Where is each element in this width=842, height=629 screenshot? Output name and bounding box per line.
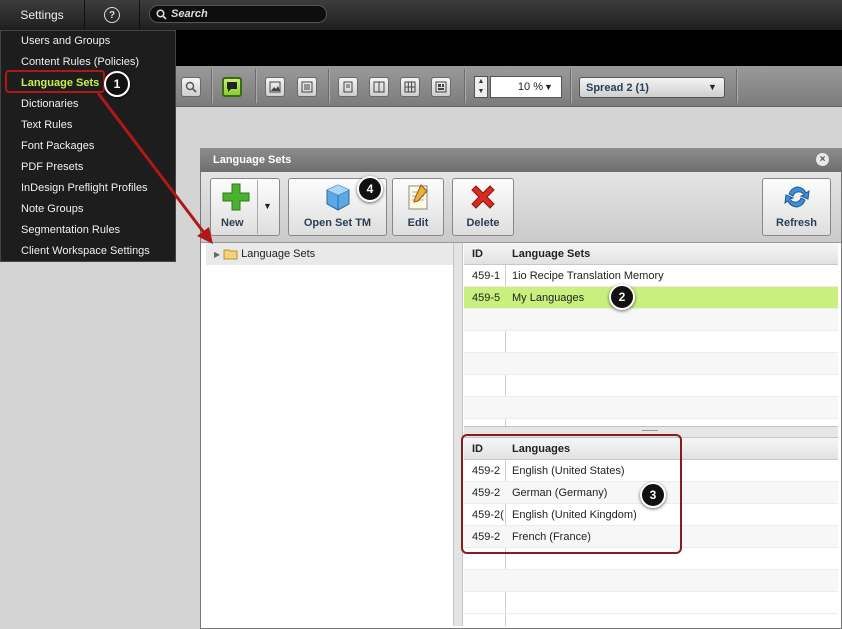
callout-badge: 2 xyxy=(609,284,635,310)
callout-badge: 3 xyxy=(640,482,666,508)
callout-badge: 4 xyxy=(357,176,383,202)
callout-arrow xyxy=(96,92,213,244)
callout-badge: 1 xyxy=(104,71,130,97)
